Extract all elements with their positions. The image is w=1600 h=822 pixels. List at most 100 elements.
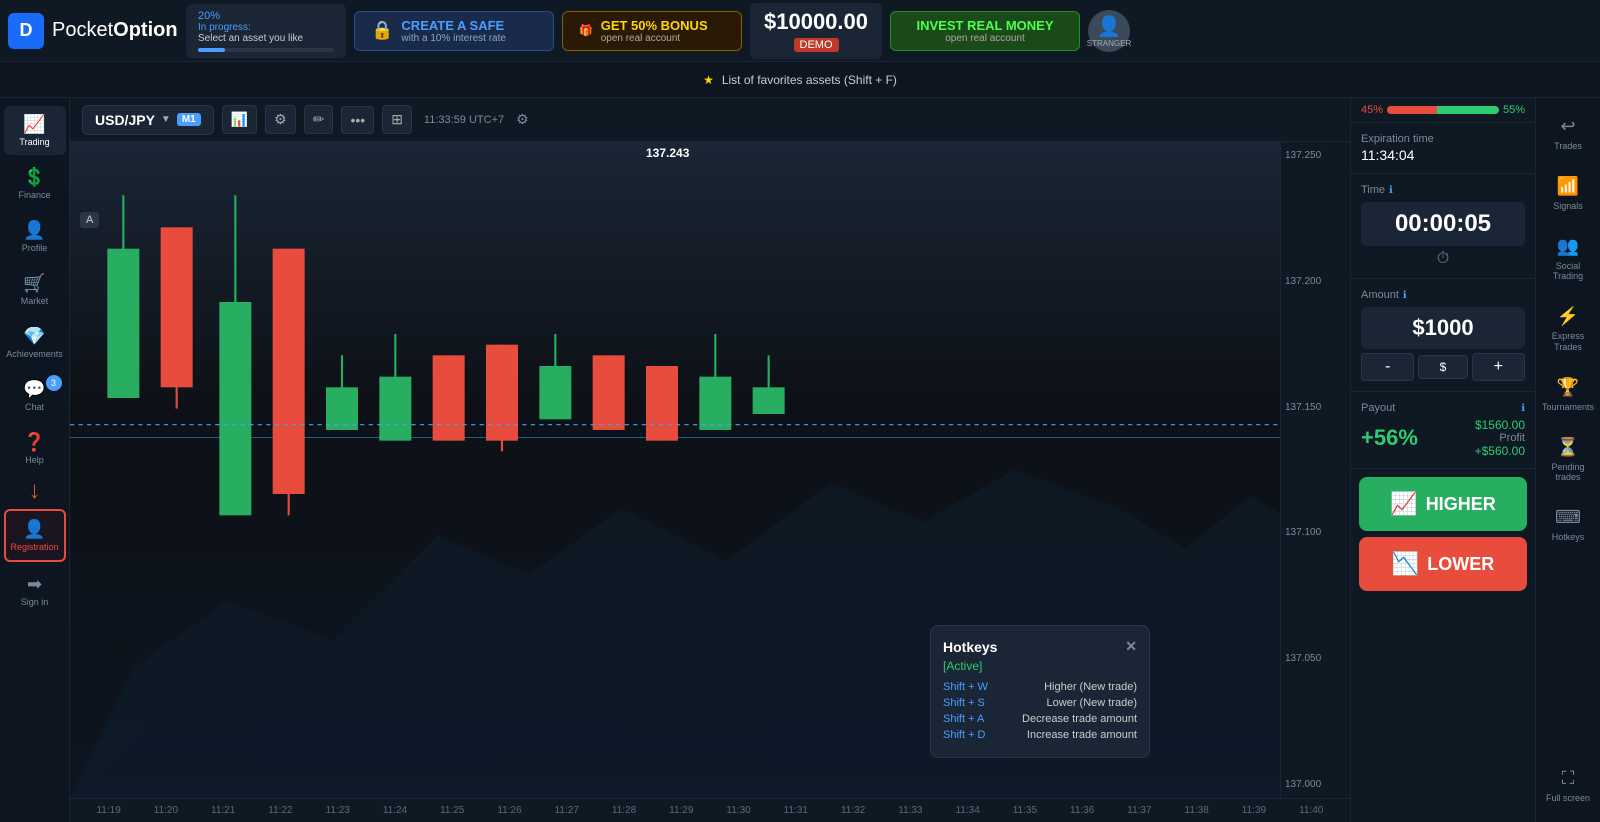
chart-timestamp: 11:33:59 UTC+7 [424,114,504,126]
hotkey-action-s: Lower (New trade) [1047,697,1137,709]
amount-section-label: Amount ℹ [1361,289,1525,301]
pending-trades-label: Pending trades [1542,462,1594,484]
drawing-tool-button[interactable]: ✏ [304,105,334,134]
bonus-button[interactable]: 🎁 GET 50% BONUS open real account [562,11,742,51]
payout-profit-amount: +$560.00 [1475,444,1525,458]
signin-icon: ➡ [27,574,42,595]
hotkey-row-d: Shift + D Increase trade amount [943,729,1137,741]
avatar[interactable]: 👤 STRANGER [1088,10,1130,52]
time-label-19: 11:38 [1168,805,1225,816]
profile-icon: 👤 [23,220,45,241]
logo: D PocketOption [8,13,178,49]
sidebar-item-pending-trades[interactable]: ⏳ Pending trades [1538,427,1598,494]
asset-selector[interactable]: USD/JPY ▼ M1 [82,105,214,135]
chat-icon: 💬 [23,379,45,400]
sidebar-item-finance[interactable]: 💲 Finance [4,159,66,208]
price-level-5: 137.050 [1285,653,1346,664]
registration-icon: 👤 [23,519,45,540]
sidebar-item-fullscreen[interactable]: ⛶ Full screen [1538,758,1598,814]
expiry-value: 11:34:04 [1361,147,1525,163]
lock-icon: 🔒 [371,20,393,41]
sidebar-item-market[interactable]: 🛒 Market [4,265,66,314]
hotkey-key-w: Shift + W [943,681,988,693]
create-safe-button[interactable]: 🔒 CREATE A SAFE with a 10% interest rate [354,11,554,51]
sidebar-item-hotkeys[interactable]: ⌨ Hotkeys [1538,497,1598,553]
invest-main: INVEST REAL MONEY [907,18,1063,33]
clock-icon: ⏱ [1361,250,1525,268]
lower-label: LOWER [1427,554,1494,575]
expiry-row: Expiration time [1361,133,1525,145]
sidebar-label-help: Help [25,455,44,465]
chart-type-button[interactable]: 📊 [222,105,257,134]
payout-profit-value: $1560.00 [1475,418,1525,432]
favorites-bar[interactable]: ★ List of favorites assets (Shift + F) [0,62,1600,98]
progress-bar-inner [198,48,225,52]
split-left-pct: 45% [1361,104,1383,116]
more-options-button[interactable]: ••• [341,106,374,134]
social-trading-icon: 👥 [1557,236,1579,257]
sidebar-item-trading[interactable]: 📈 Trading [4,106,66,155]
chart-toolbar: USD/JPY ▼ M1 📊 ⚙ ✏ ••• ⊞ 11:33:59 UTC+7 … [70,98,1350,142]
payout-values: +56% $1560.00 Profit +$560.00 [1361,418,1525,458]
time-display[interactable]: 00:00:05 [1361,202,1525,246]
sidebar-item-signals[interactable]: 📶 Signals [1538,166,1598,222]
time-label-11: 11:30 [710,805,767,816]
time-axis: 11:19 11:20 11:21 11:22 11:23 11:24 11:2… [70,798,1350,822]
sidebar-label-profile: Profile [22,243,48,253]
sidebar-item-achievements[interactable]: 💎 Achievements [4,318,66,367]
sidebar-label-trading: Trading [19,137,49,147]
sidebar-item-trades[interactable]: ↩ Trades [1538,106,1598,162]
higher-label: HIGHER [1426,494,1496,515]
higher-button[interactable]: 📈 HIGHER [1359,477,1527,531]
amount-controls: - $ + [1361,353,1525,381]
invest-button[interactable]: INVEST REAL MONEY open real account [890,11,1080,51]
sidebar-label-market: Market [21,296,49,306]
sidebar-item-express-trades[interactable]: ⚡ Express Trades [1538,296,1598,363]
finance-icon: 💲 [23,167,45,188]
trades-label: Trades [1554,141,1582,152]
main-layout: 📈 Trading 💲 Finance 👤 Profile 🛒 Market 💎… [0,98,1600,822]
sidebar-item-signin[interactable]: ➡ Sign in [4,566,66,615]
time-label-14: 11:33 [882,805,939,816]
amount-display[interactable]: $1000 [1361,307,1525,349]
trades-icon: ↩ [1560,116,1575,137]
trading-icon: 📈 [23,114,45,135]
fullscreen-icon: ⛶ [1562,768,1575,789]
time-label-2: 11:21 [195,805,252,816]
express-trades-icon: ⚡ [1557,306,1579,327]
time-label-6: 11:25 [424,805,481,816]
sidebar-item-help[interactable]: ❓ Help [4,424,66,473]
hotkeys-status: [Active] [943,659,1137,673]
amount-plus-button[interactable]: + [1472,353,1525,381]
sidebar-item-chat[interactable]: 3 💬 Chat [4,371,66,420]
timeframe-badge: M1 [177,113,201,126]
sidebar-item-registration[interactable]: 👤 Registration [4,509,66,562]
price-level-1: 137.250 [1285,150,1346,161]
sidebar-item-social-trading[interactable]: 👥 Social Trading [1538,226,1598,293]
hotkeys-close-button[interactable]: ✕ [1125,638,1137,655]
demo-badge: DEMO [794,38,839,52]
chart-settings-button[interactable]: ⚙ [265,105,296,134]
chart-area: USD/JPY ▼ M1 📊 ⚙ ✏ ••• ⊞ 11:33:59 UTC+7 … [70,98,1350,822]
payout-info-icon: ℹ [1521,403,1525,414]
bonus-btn-text: GET 50% BONUS open real account [601,18,708,44]
currency-button[interactable]: $ [1418,355,1467,379]
payout-profit-label: Profit [1475,432,1525,444]
sidebar-item-tournaments[interactable]: 🏆 Tournaments [1538,367,1598,423]
expiry-section: Expiration time 11:34:04 [1351,123,1535,174]
amount-minus-button[interactable]: - [1361,353,1414,381]
amount-section: Amount ℹ $1000 - $ + [1351,279,1535,392]
settings-icon[interactable]: ⚙ [516,111,529,128]
lower-arrow-icon: 📉 [1392,551,1419,577]
time-label-0: 11:19 [80,805,137,816]
time-label-17: 11:36 [1054,805,1111,816]
payout-label: Payout [1361,402,1395,414]
layout-button[interactable]: ⊞ [382,105,412,134]
lower-button[interactable]: 📉 LOWER [1359,537,1527,591]
progress-split: 45% 55% [1351,98,1535,123]
sidebar-item-profile[interactable]: 👤 Profile [4,212,66,261]
time-label-15: 11:34 [939,805,996,816]
time-label-8: 11:27 [538,805,595,816]
time-label-16: 11:35 [996,805,1053,816]
time-section-label: Time ℹ [1361,184,1525,196]
